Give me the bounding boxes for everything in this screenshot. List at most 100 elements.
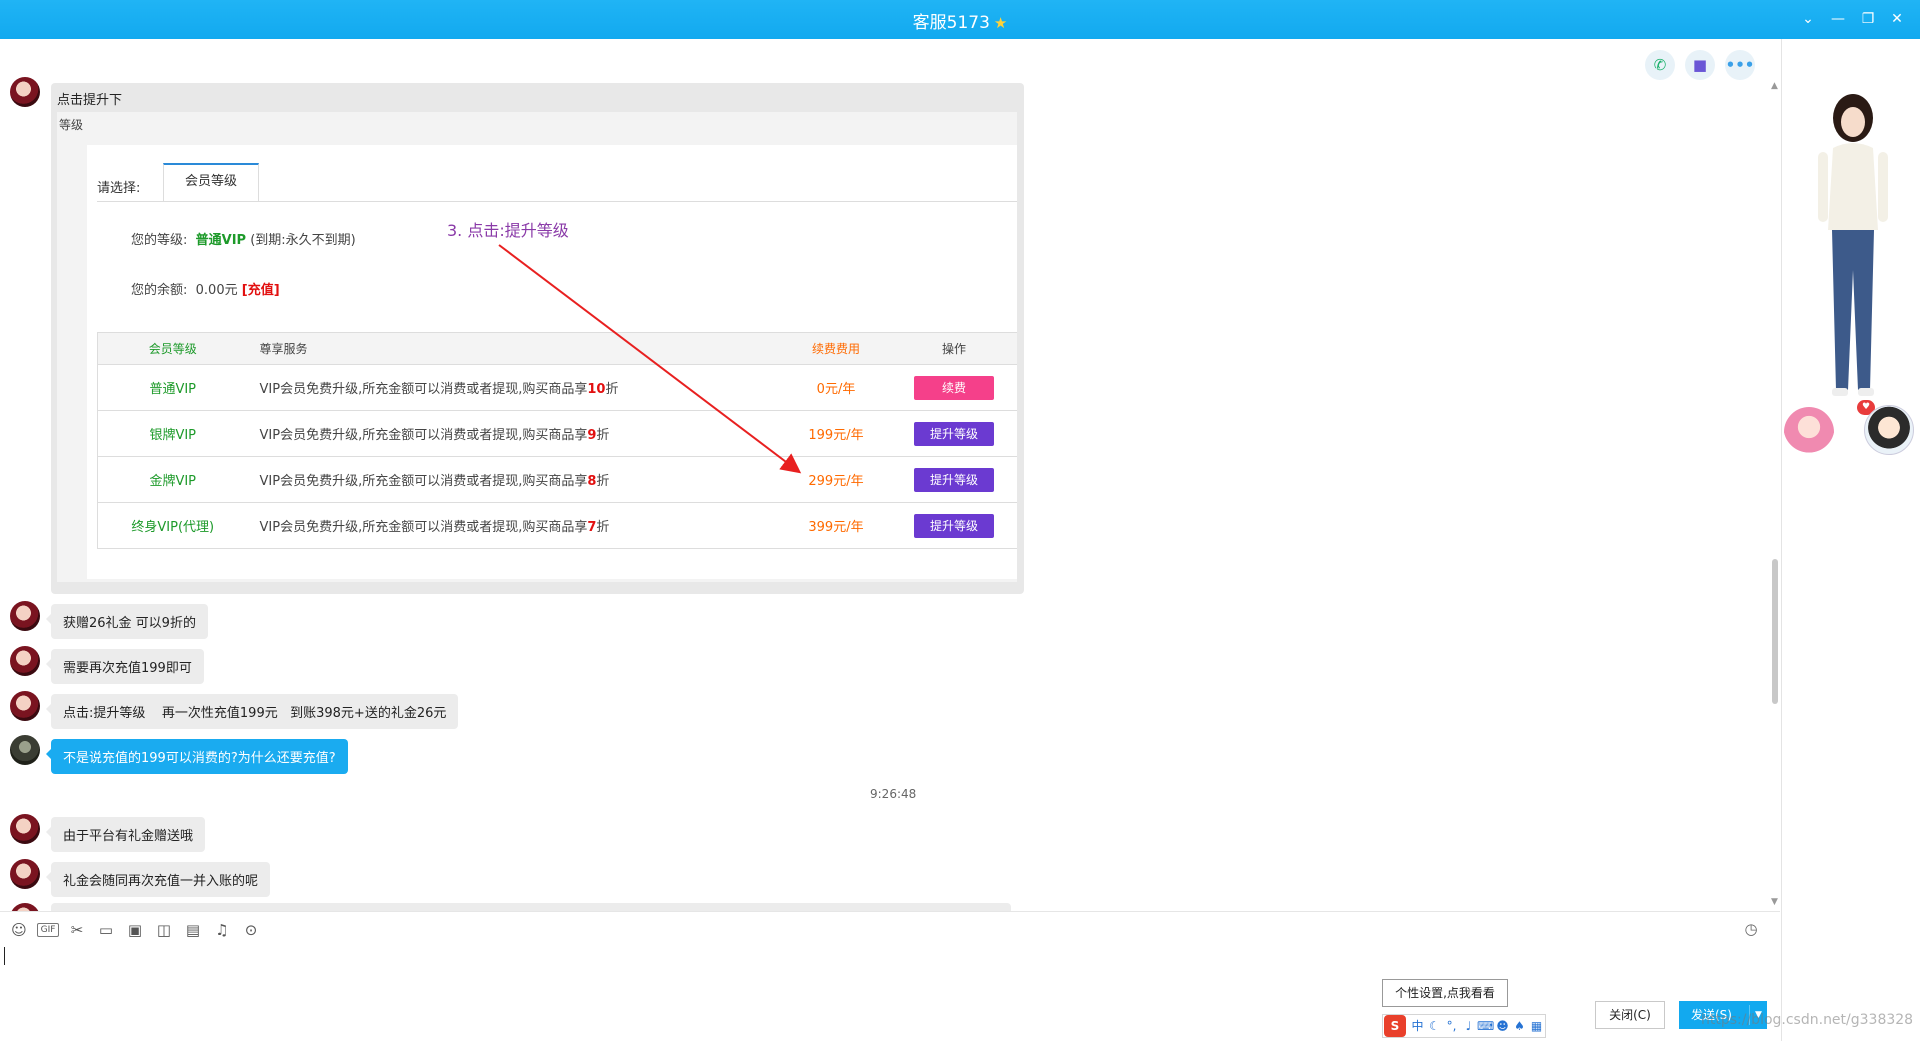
row-level: 银牌VIP xyxy=(97,410,248,457)
message-bubble[interactable]: 获赠26礼金 可以9折的 xyxy=(46,604,208,639)
contact-avatar-boy[interactable] xyxy=(1864,405,1914,455)
agent-avatar[interactable] xyxy=(10,814,40,844)
level-label: 您的等级: xyxy=(131,233,188,248)
service-prefix: VIP会员免费升级,所充金额可以消费或者提现,购买商品享 xyxy=(259,474,588,489)
chevron-down-icon[interactable]: ⌄ xyxy=(1797,9,1819,29)
row-level: 金牌VIP xyxy=(97,456,248,503)
chat-history[interactable]: ✆ ■ ••• 点击提升下 等级 请选择: 会员等级 您的等级: 普通VIP (到期… xyxy=(0,39,1780,911)
moon-icon[interactable]: ☾ xyxy=(1426,1016,1443,1036)
gif-icon[interactable]: GIF xyxy=(37,923,59,937)
text-cursor xyxy=(4,947,5,965)
minimize-icon[interactable]: — xyxy=(1827,9,1849,29)
breadcrumb: 等级 xyxy=(59,118,84,132)
row-service: VIP会员免费升级,所充金额可以消费或者提现,购买商品享9折 xyxy=(247,410,781,457)
folder-icon[interactable]: ▭ xyxy=(95,920,117,940)
th-fee: 续费费用 xyxy=(781,332,891,365)
scissors-icon[interactable]: ✂ xyxy=(66,920,88,940)
skin-icon[interactable]: ♠ xyxy=(1511,1016,1528,1036)
agent-avatar[interactable] xyxy=(10,601,40,631)
shake-icon[interactable]: ◫ xyxy=(153,920,175,940)
message-bubble[interactable]: 礼金会随同再次充值一并入账的呢 xyxy=(45,862,271,897)
renew-button[interactable]: 续费 xyxy=(914,375,994,400)
title-bar: 客服5173 ★ ⌄ — ❐ ✕ xyxy=(0,0,1920,39)
service-prefix: VIP会员免费升级,所充金额可以消费或者提现,购买商品享 xyxy=(259,382,588,397)
service-prefix: VIP会员免费升级,所充金额可以消费或者提现,购买商品享 xyxy=(259,428,588,443)
video-icon[interactable]: ■ xyxy=(1685,50,1715,80)
vip-table: 会员等级 尊享服务 续费费用 操作 普通VIP VIP会员免费升级,所充金额可以… xyxy=(97,332,1017,549)
table-row: 银牌VIP VIP会员免费升级,所充金额可以消费或者提现,购买商品享9折 199… xyxy=(97,410,1017,457)
scroll-up-icon[interactable]: ▲ xyxy=(1769,81,1780,95)
upgrade-button[interactable]: 提升等级 xyxy=(914,421,994,446)
annotation: 3. 点击:提升等级 xyxy=(447,221,569,240)
row-fee: 399元/年 xyxy=(781,502,891,549)
table-header-row: 会员等级 尊享服务 续费费用 操作 xyxy=(97,332,1017,365)
close-button[interactable]: 关闭(C) xyxy=(1595,1001,1665,1029)
call-actions: ✆ ■ ••• xyxy=(1635,50,1755,80)
music-icon[interactable]: ♫ xyxy=(211,920,233,940)
restore-icon[interactable]: ❐ xyxy=(1857,9,1879,29)
contact-show-figure[interactable] xyxy=(1818,90,1888,400)
upgrade-button[interactable]: 提升等级 xyxy=(914,467,994,492)
recharge-link[interactable]: [充值] xyxy=(242,283,280,298)
more-icon[interactable]: ⊙ xyxy=(240,920,262,940)
contact-avatar-girl[interactable] xyxy=(1784,407,1834,457)
star-icon: ★ xyxy=(993,14,1008,32)
th-service: 尊享服务 xyxy=(247,332,781,365)
service-suffix: 折 xyxy=(605,382,619,397)
vip-panel: 请选择: 会员等级 您的等级: 普通VIP (到期:永久不到期) 您的余额: 0… xyxy=(87,145,1017,579)
agent-avatar[interactable] xyxy=(10,77,40,107)
th-action: 操作 xyxy=(891,332,1017,365)
my-avatar[interactable] xyxy=(10,735,40,765)
screenshot-image[interactable]: 等级 请选择: 会员等级 您的等级: 普通VIP (到期:永久不到期) 您的余额… xyxy=(57,112,1017,582)
table-row: 金牌VIP VIP会员免费升级,所充金额可以消费或者提现,购买商品享8折 299… xyxy=(97,456,1017,503)
my-message-bubble[interactable]: 不是说充值的199可以消费的?为什么还要充值? xyxy=(46,739,348,774)
agent-avatar[interactable] xyxy=(10,903,40,911)
more-icon[interactable]: ••• xyxy=(1725,50,1755,80)
upgrade-button[interactable]: 提升等级 xyxy=(914,513,994,538)
row-level: 终身VIP(代理) xyxy=(97,502,248,549)
users-icon[interactable]: ☻ xyxy=(1494,1016,1511,1036)
row-action: 续费 xyxy=(891,364,1017,411)
balance-info: 您的余额: 0.00元 [充值] xyxy=(131,279,280,298)
punctuation-icon[interactable]: °, xyxy=(1443,1016,1460,1036)
agent-avatar[interactable] xyxy=(10,646,40,676)
message-bubble-partial[interactable] xyxy=(51,903,1011,911)
ime-toolbar[interactable]: S 中 ☾ °, ♩ ⌨ ☻ ♠ ▦ xyxy=(1382,1014,1546,1038)
row-service: VIP会员免费升级,所充金额可以消费或者提现,购买商品享8折 xyxy=(247,456,781,503)
row-fee: 199元/年 xyxy=(781,410,891,457)
row-service: VIP会员免费升级,所充金额可以消费或者提现,购买商品享7折 xyxy=(247,502,781,549)
scroll-down-icon[interactable]: ▼ xyxy=(1769,897,1780,911)
keyboard-icon[interactable]: ⌨ xyxy=(1477,1016,1494,1036)
message-bubble[interactable]: 需要再次充值199即可 xyxy=(46,649,204,684)
image-caption: 点击提升下 xyxy=(57,93,123,108)
agent-avatar[interactable] xyxy=(10,859,40,889)
image-message[interactable]: 点击提升下 等级 请选择: 会员等级 您的等级: 普通VIP (到期:永久不到期… xyxy=(51,83,1024,594)
close-icon[interactable]: ✕ xyxy=(1886,9,1908,29)
grid-icon[interactable]: ▦ xyxy=(1528,1016,1545,1036)
tab-member-level[interactable]: 会员等级 xyxy=(163,163,259,201)
chat-scrollbar[interactable]: ▲ ▼ xyxy=(1769,39,1780,911)
row-fee: 299元/年 xyxy=(781,456,891,503)
scroll-thumb[interactable] xyxy=(1772,559,1778,704)
message-bubble[interactable]: 由于平台有礼金赠送哦 xyxy=(45,817,206,852)
sogou-logo-icon[interactable]: S xyxy=(1384,1015,1406,1037)
ime-chinese-mode[interactable]: 中 xyxy=(1409,1016,1426,1036)
microphone-icon[interactable]: ♩ xyxy=(1460,1016,1477,1036)
level-info: 您的等级: 普通VIP (到期:永久不到期) xyxy=(131,229,356,248)
service-prefix: VIP会员免费升级,所充金额可以消费或者提现,购买商品享 xyxy=(259,520,588,535)
level-expiry: (到期:永久不到期) xyxy=(250,233,356,248)
window-title-text: 客服5173 xyxy=(912,13,990,33)
timestamp: 9:26:48 xyxy=(870,787,917,801)
agent-avatar[interactable] xyxy=(10,691,40,721)
image-icon[interactable]: ▣ xyxy=(124,920,146,940)
emoji-icon[interactable]: ☺ xyxy=(8,920,30,940)
level-value: 普通VIP xyxy=(195,233,247,248)
clock-icon[interactable]: ◷ xyxy=(1741,920,1761,940)
message-bubble[interactable]: 点击:提升等级 再一次性充值199元 到账398元+送的礼金26元 xyxy=(45,694,459,729)
window-title: 客服5173 ★ xyxy=(0,8,1920,33)
input-toolbar: ☺ GIF ✂ ▭ ▣ ◫ ▤ ♫ ⊙ xyxy=(8,920,269,940)
table-row: 终身VIP(代理) VIP会员免费升级,所充金额可以消费或者提现,购买商品享7折… xyxy=(97,502,1017,549)
tab-divider xyxy=(97,201,1017,202)
calendar-icon[interactable]: ▤ xyxy=(182,920,204,940)
phone-icon[interactable]: ✆ xyxy=(1645,50,1675,80)
